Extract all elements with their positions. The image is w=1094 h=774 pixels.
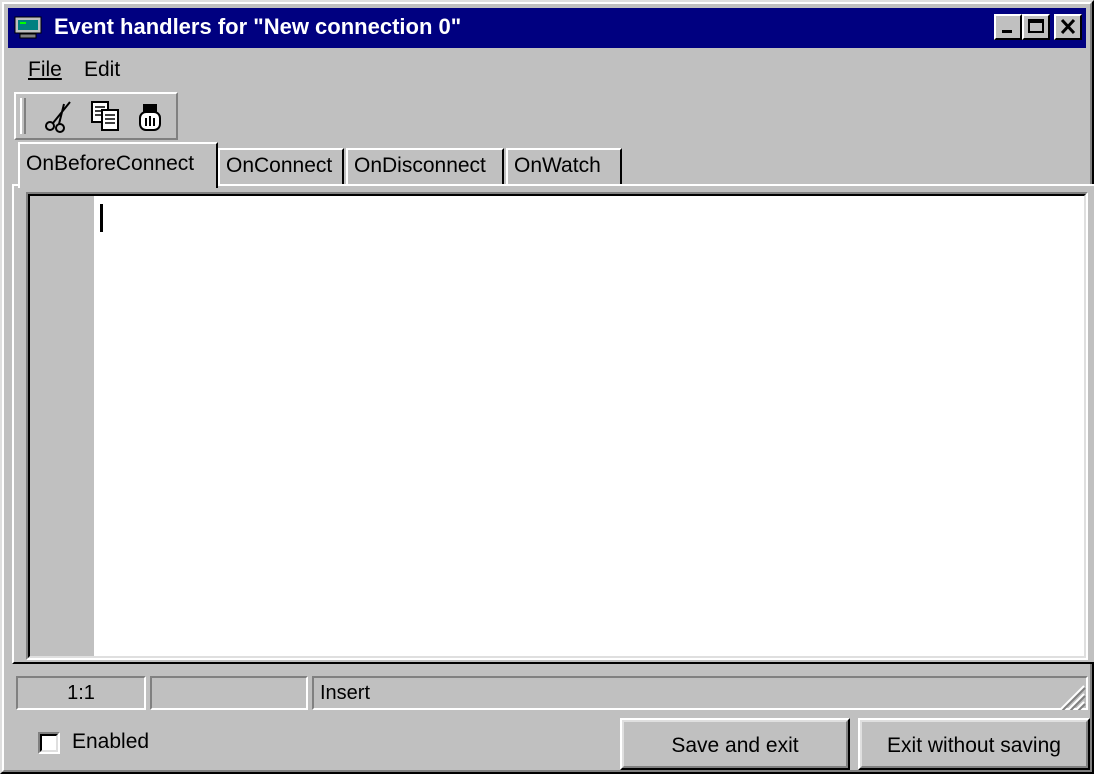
toolbar-grip[interactable]: [20, 98, 26, 134]
event-handlers-window: Event handlers for "New connection 0" Fi…: [0, 0, 1094, 774]
copy-icon[interactable]: [88, 98, 124, 134]
window-title: Event handlers for "New connection 0": [54, 14, 462, 39]
button-face: Save and exit: [622, 720, 848, 768]
exit-without-saving-button[interactable]: Exit without saving: [858, 718, 1090, 770]
maximize-button[interactable]: [1022, 14, 1050, 40]
maximize-icon: [1028, 19, 1044, 33]
minimize-button[interactable]: [994, 14, 1022, 40]
tab-onbeforeconnect[interactable]: OnBeforeConnect: [18, 142, 218, 188]
code-area[interactable]: [94, 196, 1084, 656]
enabled-checkbox[interactable]: [38, 732, 60, 754]
tab-ondisconnect[interactable]: OnDisconnect: [346, 148, 504, 184]
minimize-icon: [1002, 30, 1012, 33]
app-icon: [14, 16, 42, 39]
exit-without-saving-label: Exit without saving: [887, 734, 1061, 757]
tab-label: OnConnect: [226, 154, 333, 177]
enabled-label[interactable]: Enabled: [72, 730, 149, 754]
paste-icon[interactable]: [134, 98, 170, 134]
status-position: 1:1: [16, 676, 146, 710]
status-mode-text: Insert: [320, 682, 371, 704]
tab-label: OnDisconnect: [354, 154, 486, 177]
tab-label: OnBeforeConnect: [26, 152, 195, 175]
menu-edit-label: Edit: [84, 58, 121, 81]
toolbar: [14, 92, 178, 140]
status-mode: Insert: [312, 676, 1088, 710]
save-and-exit-button[interactable]: Save and exit: [620, 718, 850, 770]
tab-label: OnWatch: [514, 154, 601, 177]
checkbox-frame: [40, 734, 58, 752]
line-gutter: [30, 196, 94, 656]
code-editor[interactable]: [26, 192, 1088, 660]
title-bar[interactable]: Event handlers for "New connection 0": [8, 8, 1086, 48]
cut-icon[interactable]: [42, 98, 78, 134]
editor-frame: [28, 194, 1086, 658]
size-grip-icon[interactable]: [1056, 682, 1086, 710]
status-position-text: 1:1: [67, 682, 95, 704]
text-caret: [100, 204, 103, 232]
tab-onwatch[interactable]: OnWatch: [506, 148, 622, 184]
menu-file[interactable]: File: [28, 58, 62, 82]
close-icon: [1060, 18, 1076, 35]
button-face: Exit without saving: [860, 720, 1088, 768]
status-middle: [150, 676, 308, 710]
menu-edit[interactable]: Edit: [84, 58, 120, 82]
tab-onconnect[interactable]: OnConnect: [218, 148, 344, 184]
save-and-exit-label: Save and exit: [671, 734, 799, 757]
close-button[interactable]: [1054, 14, 1082, 40]
tab-panel: [12, 184, 1094, 664]
menu-file-label: File: [28, 58, 62, 81]
